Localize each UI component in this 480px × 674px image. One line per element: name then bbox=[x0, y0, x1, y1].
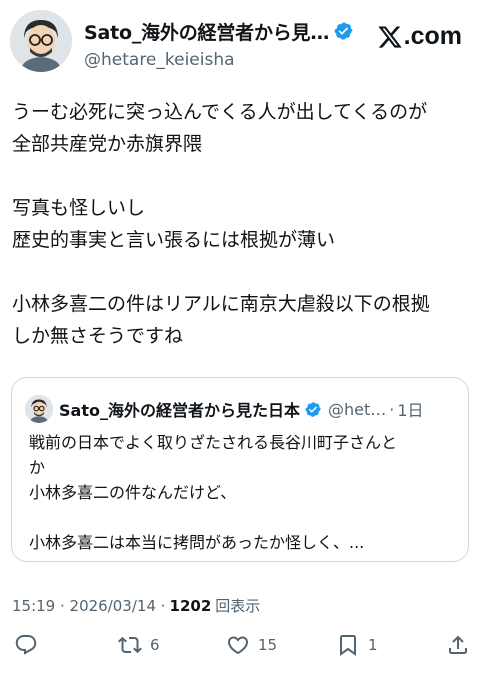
quoted-separator-dot: · bbox=[389, 399, 395, 419]
retweet-button[interactable]: 6 bbox=[118, 630, 160, 660]
bookmark-button[interactable]: 1 bbox=[336, 630, 378, 660]
retweet-icon bbox=[118, 636, 142, 654]
author-avatar[interactable] bbox=[10, 10, 72, 72]
quoted-line: 小林多喜二は本当に拷問があったか怪しく、... bbox=[29, 533, 365, 552]
retweet-count: 6 bbox=[150, 636, 160, 654]
reply-icon bbox=[15, 635, 37, 655]
tweet-line: 全部共産党か赤旗界隈 bbox=[12, 133, 203, 155]
quoted-author-handle: @het… bbox=[327, 399, 387, 419]
like-count: 15 bbox=[258, 636, 278, 654]
tweet-line: しか無さそうですね bbox=[12, 325, 184, 347]
quoted-line: 戦前の日本でよく取りざたされる長谷川町子さんと bbox=[29, 433, 398, 452]
bookmark-count: 1 bbox=[368, 636, 378, 654]
tweet-timestamp[interactable]: 15:19 · 2026/03/14 · bbox=[12, 597, 166, 615]
action-bar: 6 15 1 bbox=[0, 630, 480, 660]
views-label: 回表示 bbox=[215, 597, 261, 615]
like-button[interactable]: 15 bbox=[226, 630, 277, 660]
tweet-line: 小林多喜二の件はリアルに南京大虐殺以下の根拠 bbox=[12, 293, 430, 315]
x-com-logo: .com bbox=[377, 22, 462, 51]
tweet-text: うーむ必死に突っ込んでくる人が出してくるのが 全部共産党か赤旗界隈 写真も怪しい… bbox=[12, 96, 472, 352]
tweet-line: 写真も怪しいし bbox=[12, 197, 146, 219]
share-icon bbox=[449, 635, 467, 654]
quoted-date: 1日 bbox=[397, 401, 424, 420]
x-logo-icon bbox=[377, 25, 402, 48]
quoted-line: 小林多喜二の件なんだけど、 bbox=[29, 483, 237, 502]
author-handle[interactable]: @hetare_keieisha bbox=[84, 50, 354, 70]
tweet-line: 歴史的事実と言い張るには根拠が薄い bbox=[12, 229, 336, 251]
x-com-text: .com bbox=[403, 22, 462, 50]
quoted-author-display-name: Sato_海外の経営者から見た日本 bbox=[59, 401, 300, 420]
bookmark-icon bbox=[340, 635, 356, 656]
tweet-line: うーむ必死に突っ込んでくる人が出してくるのが bbox=[12, 101, 428, 123]
quoted-author-avatar bbox=[25, 395, 53, 423]
reply-button[interactable] bbox=[14, 630, 46, 660]
tweet-header: Sato_海外の経営者から見… @hetare_keieisha .com bbox=[10, 10, 462, 74]
quoted-tweet-card[interactable]: Sato_海外の経営者から見た日本 @het… · 1日 戦前の日本でよく取りざ… bbox=[11, 377, 469, 562]
quoted-verified-badge-icon bbox=[305, 401, 321, 417]
quoted-tweet-text: 戦前の日本でよく取りざたされる長谷川町子さんと か 小林多喜二の件なんだけど、 … bbox=[29, 430, 457, 555]
verified-badge-icon bbox=[334, 22, 353, 40]
heart-icon bbox=[227, 636, 249, 655]
share-button[interactable] bbox=[446, 630, 470, 660]
quoted-line: か bbox=[29, 458, 46, 477]
author-display-name[interactable]: Sato_海外の経営者から見… bbox=[84, 18, 329, 45]
views-count: 1202 bbox=[169, 597, 212, 615]
tweet-meta: 15:19 · 2026/03/14 · 1202 回表示 bbox=[12, 595, 260, 616]
